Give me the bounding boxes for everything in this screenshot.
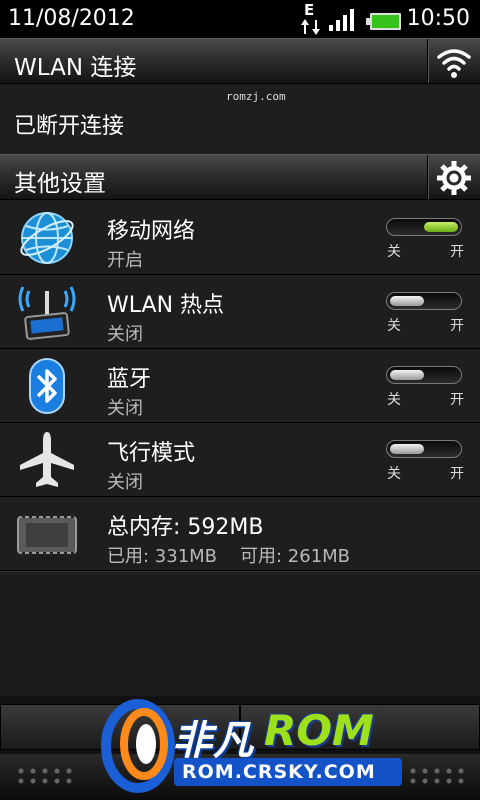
airplane-icon xyxy=(20,432,74,487)
bluetooth-toggle[interactable]: 关 开 xyxy=(386,363,464,413)
toggle-on-label: 开 xyxy=(450,318,464,334)
wlan-section-header[interactable]: WLAN 连接 xyxy=(0,38,480,84)
screen: 11/08/2012 E 10:50 WLAN 连接 romzj.com 已断开… xyxy=(0,0,480,800)
wlan-status-area[interactable]: romzj.com 已断开连接 xyxy=(0,86,480,154)
wlan-section-title: WLAN 连接 xyxy=(14,55,137,81)
left-grip-icon xyxy=(18,768,72,784)
toggle-knob xyxy=(424,222,458,232)
mobile-network-toggle[interactable]: 关 开 xyxy=(386,215,464,265)
row-bluetooth[interactable]: 蓝牙 关闭 关 开 xyxy=(0,349,480,423)
status-icons: E xyxy=(298,1,408,35)
row-mobile-network[interactable]: 移动网络 开启 关 开 xyxy=(0,201,480,275)
signal-bars-icon xyxy=(329,9,354,31)
toggle-on-label: 开 xyxy=(450,392,464,408)
toggle-knob xyxy=(390,370,424,380)
status-date: 11/08/2012 xyxy=(8,6,135,31)
data-arrows-icon xyxy=(301,19,320,35)
memory-available: 可用: 261MB xyxy=(240,546,351,567)
bluetooth-icon xyxy=(29,358,65,414)
status-time: 10:50 xyxy=(406,6,470,31)
toggle-on-label: 开 xyxy=(450,244,464,260)
logo-url: ROM.CRSKY.COM xyxy=(182,761,376,783)
toggle-on-label: 开 xyxy=(450,466,464,482)
wlan-settings-button[interactable] xyxy=(427,39,480,83)
memory-used: 已用: 331MB xyxy=(107,546,218,567)
toggle-knob xyxy=(390,296,424,306)
battery-icon xyxy=(366,13,401,30)
globe-icon xyxy=(20,212,74,264)
row-subtitle: 关闭 xyxy=(107,398,143,419)
right-grip-icon xyxy=(410,768,464,784)
row-title: 飞行模式 xyxy=(107,441,196,466)
row-wlan-hotspot[interactable]: WLAN 热点 关闭 关 开 xyxy=(0,275,480,349)
row-subtitle: 关闭 xyxy=(107,324,143,345)
row-subtitle: 关闭 xyxy=(107,472,143,493)
row-title: WLAN 热点 xyxy=(107,293,225,318)
row-title: 蓝牙 xyxy=(107,367,152,392)
other-settings-title: 其他设置 xyxy=(14,171,106,197)
gear-icon xyxy=(437,161,471,195)
logo-url-box: ROM.CRSKY.COM xyxy=(174,758,402,786)
airplane-mode-toggle[interactable]: 关 开 xyxy=(386,437,464,487)
memory-chip-icon xyxy=(17,513,77,557)
wifi-icon xyxy=(437,49,471,78)
logo-brand-rom: ROM xyxy=(264,706,374,755)
other-settings-header: 其他设置 xyxy=(0,154,480,200)
row-title: 移动网络 xyxy=(107,219,196,244)
toggle-off-label: 关 xyxy=(387,244,401,260)
toggle-track xyxy=(386,292,462,310)
row-airplane-mode[interactable]: 飞行模式 关闭 关 开 xyxy=(0,423,480,497)
toggle-off-label: 关 xyxy=(387,392,401,408)
watermark-text: romzj.com xyxy=(226,90,286,103)
toggle-knob xyxy=(390,444,424,454)
row-subtitle: 开启 xyxy=(107,250,143,271)
logo-swirl-icon xyxy=(101,699,175,793)
wlan-hotspot-toggle[interactable]: 关 开 xyxy=(386,289,464,339)
toggle-track xyxy=(386,440,462,458)
toggle-track xyxy=(386,218,462,236)
memory-total: 总内存: 592MB xyxy=(107,515,264,540)
toggle-off-label: 关 xyxy=(387,466,401,482)
toggle-track xyxy=(386,366,462,384)
brand-watermark-logo: 非凡 ROM ROM.CRSKY.COM xyxy=(94,694,414,794)
settings-button[interactable] xyxy=(427,155,480,199)
row-memory[interactable]: 总内存: 592MB 已用: 331MB 可用: 261MB xyxy=(0,497,480,571)
wlan-status-text: 已断开连接 xyxy=(14,114,125,139)
network-type-label: E xyxy=(304,1,315,19)
hotspot-icon xyxy=(18,286,76,340)
status-bar: 11/08/2012 E 10:50 xyxy=(0,0,480,38)
toggle-off-label: 关 xyxy=(387,318,401,334)
